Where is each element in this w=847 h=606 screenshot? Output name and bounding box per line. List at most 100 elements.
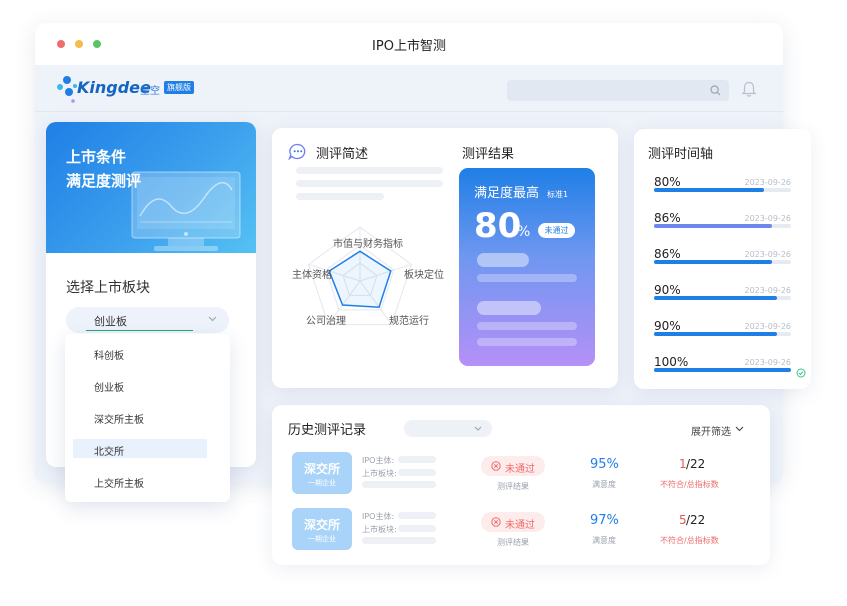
result-standard: 标准1 [547,190,569,199]
summary-line-3 [296,193,384,200]
timeline-progress-fill [654,260,772,264]
banner: 上市条件 满足度测评 [46,122,256,253]
timeline-value: 86% [654,247,681,261]
banner-line1: 上市条件 [66,148,127,166]
history-row[interactable]: 深交所 一期企业 IPO主体: 上市板块: 未通过 测评结果 95% 满意度 1… [292,452,762,498]
timeline-item[interactable]: 86% 2023-09-26 [654,247,791,267]
timeline-item[interactable]: 90% 2023-09-26 [654,319,791,339]
timeline-item[interactable]: 90% 2023-09-26 [654,283,791,303]
board-value-placeholder [398,469,436,476]
ipo-value-placeholder [398,456,436,463]
select-board-title: 选择上市板块 [66,280,150,296]
chevron-down-icon[interactable] [735,426,744,432]
status-caption: 测评结果 [497,538,529,547]
history-card: 历史测评记录 展开筛选 深交所 一期企业 IPO主体: 上市板块: 未通过 测评… [272,405,770,565]
result-placeholder-2 [477,274,577,282]
result-placeholder-3 [477,301,541,315]
timeline-date: 2023-09-26 [744,358,792,367]
timeline-progress-track [654,296,791,300]
option-chuangye[interactable]: 创业板 [94,379,124,394]
summary-card: 测评简述 市值与财务指标 板块定位 规范运行 公司治理 主体资格 测评结果 满足… [272,128,618,388]
app-header: Kingdee 星空 旗舰版 [35,65,783,112]
result-unit: % [517,224,531,240]
timeline-date: 2023-09-26 [744,250,792,259]
history-select[interactable] [404,420,492,437]
timeline-progress-track [654,368,791,372]
exchange-tile: 深交所 一期企业 [292,508,352,550]
check-circle-icon [796,368,806,378]
timeline-progress-fill [654,332,778,336]
window-title: IPO上市智测 [372,39,446,54]
history-row[interactable]: 深交所 一期企业 IPO主体: 上市板块: 未通过 测评结果 97% 满意度 5… [292,508,762,554]
count-caption: 不符合/总指标数 [660,480,719,489]
timeline-progress-fill [654,368,791,372]
status-pill: 未通过 [481,456,545,476]
ipo-label: IPO主体: [362,512,395,521]
status-pill: 未通过 [481,512,545,532]
option-beijiao[interactable]: 北交所 [94,443,124,458]
exchange-name: 深交所 [303,462,340,476]
status-text: 未通过 [505,520,535,531]
total-count: /22 [686,513,706,527]
timeline-date: 2023-09-26 [744,286,792,295]
timeline-item[interactable]: 86% 2023-09-26 [654,211,791,231]
ipo-label: IPO主体: [362,456,395,465]
total-count: /22 [686,457,706,471]
board-label: 上市板块: [362,525,397,534]
board-value-placeholder [398,525,436,532]
satisfaction-caption: 满意度 [592,480,616,489]
radar-label-operation: 规范运行 [389,316,429,327]
satisfaction-pct: 97% [590,513,619,528]
ipo-value-placeholder [398,512,436,519]
timeline-progress-track [654,260,791,264]
bell-icon[interactable] [741,81,757,98]
exchange-tile: 深交所 一期企业 [292,452,352,494]
board-select[interactable]: 创业板 [66,307,229,333]
timeline-date: 2023-09-26 [744,214,792,223]
chevron-down-icon[interactable] [208,316,217,322]
radar-label-governance: 公司治理 [306,316,346,327]
x-circle-icon [491,517,501,527]
exchange-sub: 一期企业 [308,479,336,487]
chevron-down-icon[interactable] [474,426,482,431]
satisfaction-pct: 95% [590,457,619,472]
option-kechuang[interactable]: 科创板 [94,347,124,362]
option-shenzhen-main[interactable]: 深交所主板 [94,411,144,426]
status-caption: 测评结果 [497,482,529,491]
edition-badge: 旗舰版 [164,81,194,94]
timeline-date: 2023-09-26 [744,322,792,331]
timeline-date: 2023-09-26 [744,178,792,187]
brand-product: 星空 [140,86,160,97]
search-input[interactable] [507,80,729,101]
radar-label-positioning: 板块定位 [404,270,444,281]
timeline-progress-fill [654,188,764,192]
expand-filter-button[interactable]: 展开筛选 [691,423,731,438]
exchange-name: 深交所 [303,518,340,532]
timeline-progress-track [654,332,791,336]
timeline-value: 80% [654,175,681,189]
status-text: 未通过 [505,464,535,475]
chat-bubble-icon [288,143,306,160]
board-dropdown: 科创板 创业板 深交所主板 北交所 上交所主板 [65,334,230,502]
timeline-item[interactable]: 100% 2023-09-26 [654,355,791,375]
row-line-placeholder [362,481,436,488]
result-placeholder-1 [477,253,529,267]
kingdee-logo-icon [57,76,77,103]
satisfaction-caption: 满意度 [592,536,616,545]
title-bar: IPO上市智测 [35,23,783,65]
count-caption: 不符合/总指标数 [660,536,719,545]
timeline-item[interactable]: 80% 2023-09-26 [654,175,791,195]
search-icon[interactable] [710,85,721,96]
timeline-title: 测评时间轴 [648,147,714,162]
select-underline [86,330,193,331]
timeline-value: 86% [654,211,681,225]
timeline-list: 80% 2023-09-26 86% 2023-09-26 86% 2023-09-26 9… [654,175,791,385]
radar-label-subject: 主体资格 [292,270,332,281]
radar-value-shape [328,250,392,308]
timeline-value: 90% [654,319,681,333]
result-card: 满足度最高 标准1 80 % 未通过 [459,168,595,366]
summary-line-2 [296,180,443,187]
option-shanghai-main[interactable]: 上交所主板 [94,475,144,490]
summary-line-1 [296,167,443,174]
exchange-sub: 一期企业 [308,535,336,543]
